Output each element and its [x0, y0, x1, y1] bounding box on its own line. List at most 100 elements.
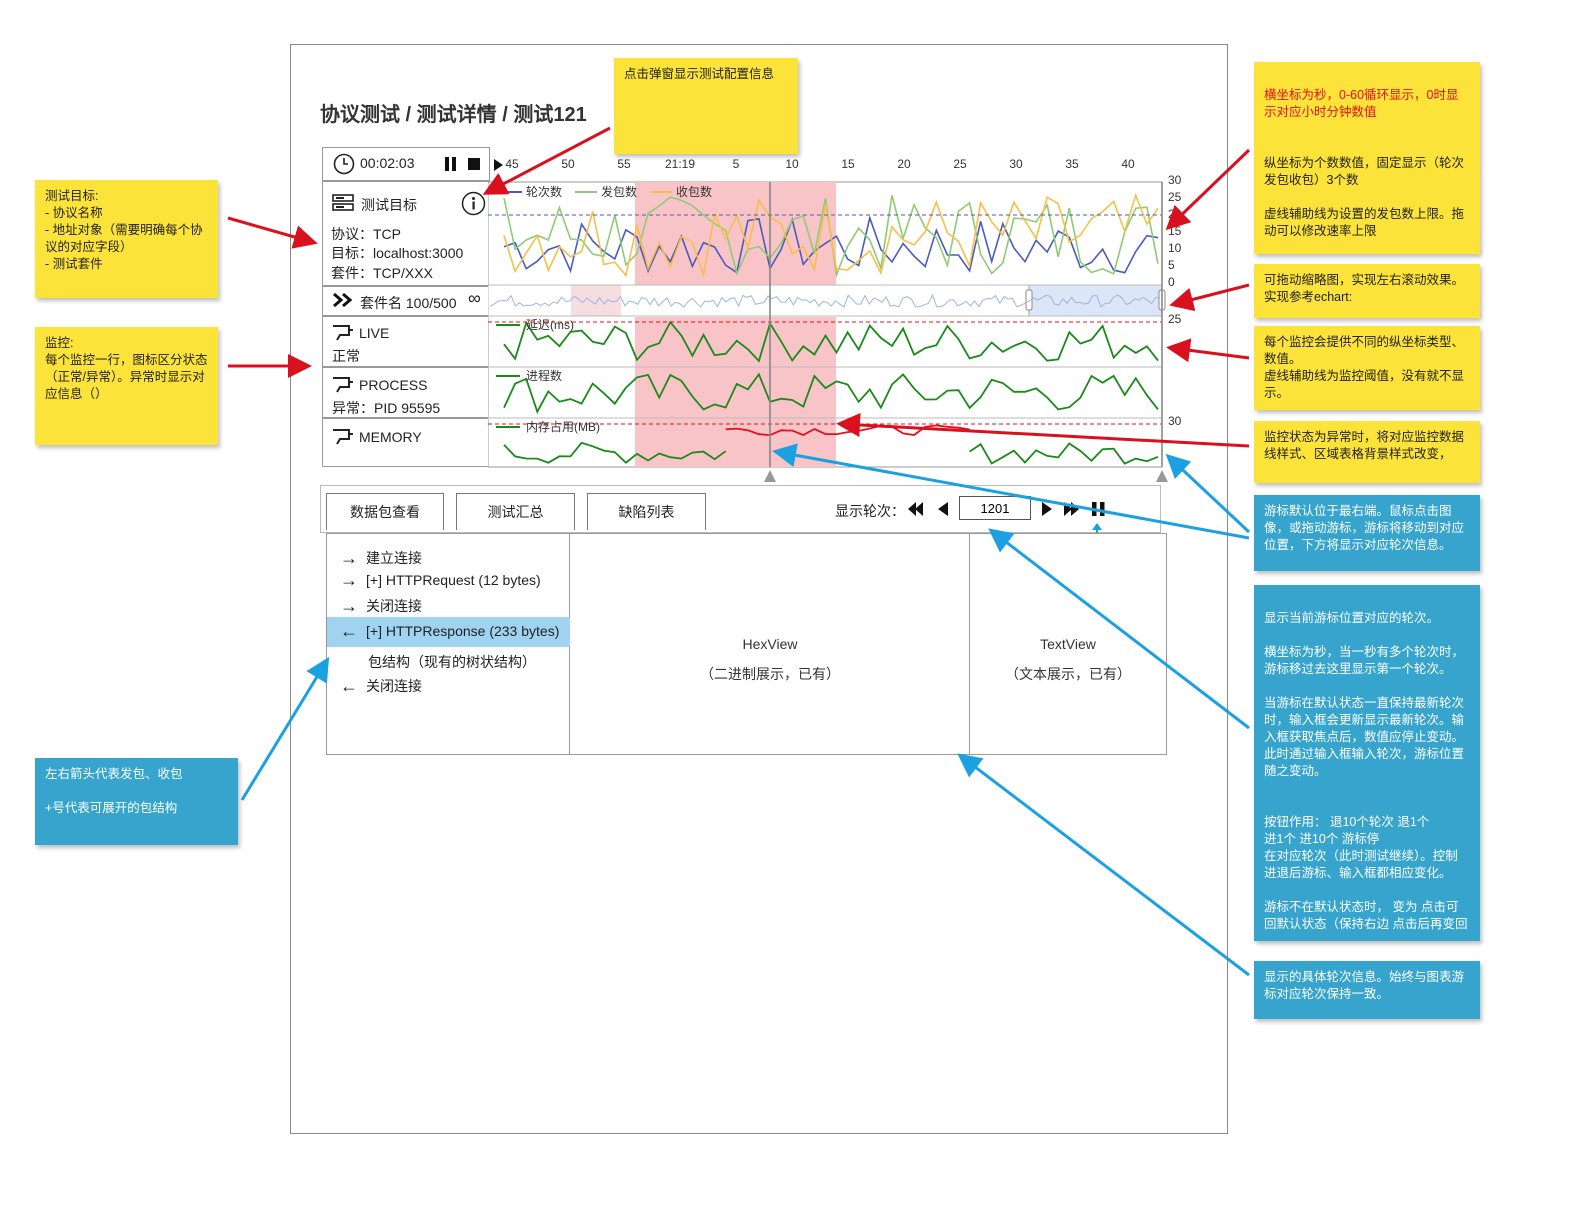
suite-progress: 套件名 100/500: [360, 295, 457, 311]
double-chevron-icon[interactable]: [332, 292, 354, 308]
receive-arrow-icon: ←: [340, 676, 358, 696]
textview-title: TextView: [1040, 636, 1096, 652]
note-detail: 显示的具体轮次信息。始终与图表游标对应轮次保持一致。: [1254, 961, 1480, 1019]
target-address: 目标：localhost:3000: [331, 245, 464, 261]
monitor-icon: [333, 429, 353, 445]
send-arrow-icon: →: [340, 570, 358, 590]
y-tick-label: 20: [1168, 207, 1182, 221]
packet-item-selected[interactable]: ← [+] HTTPResponse (233 bytes): [340, 621, 560, 641]
default-cursor-handle: [1156, 470, 1168, 482]
monitor-legend-label: 进程数: [526, 368, 562, 383]
y-tick-label: 15: [1168, 224, 1182, 238]
monitor-process-name: PROCESS: [359, 377, 428, 393]
note-config: 点击弹窗显示测试配置信息: [614, 58, 798, 154]
note-round-info-text: 显示当前游标位置对应的轮次。 横坐标为秒，当一秒有多个轮次时，游标移过去这里显示…: [1264, 611, 1465, 778]
legend-label: 轮次数: [526, 184, 562, 199]
forward-1-icon[interactable]: [1042, 502, 1052, 516]
tab-defects[interactable]: 缺陷列表: [587, 493, 706, 530]
receive-arrow-icon: ←: [340, 621, 358, 641]
loop-icon: ∞: [468, 288, 481, 308]
thumbnail-window: [1028, 284, 1163, 317]
packet-label: [+] HTTPRequest (12 bytes): [366, 572, 541, 588]
note-cursor: 游标默认位于最右端。鼠标点击图像，或拖动游标，游标将移动到对应位置，下方将显示对…: [1254, 495, 1480, 571]
time-tick-label: 35: [1065, 157, 1079, 171]
target-title: 测试目标: [361, 197, 417, 213]
y-tick-label: 5: [1168, 258, 1175, 272]
hexview-title: HexView: [742, 636, 798, 652]
packet-label: 关闭连接: [366, 598, 422, 614]
clock-icon: [333, 153, 355, 175]
time-tick-label: 50: [561, 157, 575, 171]
time-tick-label: 25: [953, 157, 967, 171]
legend-label: 收包数: [676, 184, 712, 199]
thumbnail-band: [571, 285, 621, 316]
packet-label: 包结构（现有的树状结构）: [368, 654, 536, 670]
tab-summary[interactable]: 测试汇总: [456, 493, 575, 530]
packet-item[interactable]: → [+] HTTPRequest (12 bytes): [340, 570, 541, 590]
back-10-icon[interactable]: [908, 502, 923, 516]
info-icon[interactable]: [461, 191, 486, 216]
pause-icon[interactable]: [444, 157, 458, 171]
monitor-icon: [333, 377, 353, 393]
note-axis-rest: 纵坐标为个数数值，固定显示（轮次发包收包）3个数 虚线辅助线为设置的发包数上限。…: [1264, 156, 1465, 238]
packet-structure-item[interactable]: 包结构（现有的树状结构）: [368, 652, 536, 672]
time-tick-label: 45: [505, 157, 519, 171]
legend-label: 发包数: [601, 184, 637, 199]
note-axis-red: 横坐标为秒，0-60循环显示，0时显示对应小时分钟数值: [1264, 88, 1459, 119]
forward-10-icon[interactable]: [1064, 502, 1079, 516]
monitor-legend-label: 延迟(ms): [526, 318, 574, 332]
time-tick-label: 21:19: [665, 157, 695, 171]
note-buttons-text: 按钮作用： 退10个轮次 退1个 进1个 进10个 游标停 在对应轮次（此时测试…: [1264, 815, 1468, 931]
timer-value: 00:02:03: [360, 155, 415, 171]
time-tick-label: 10: [785, 157, 799, 171]
note-ytypes: 每个监控会提供不同的纵坐标类型、数值。 虚线辅助线为监控阈值，没有就不显示。: [1254, 326, 1480, 410]
cursor-handle: [764, 470, 776, 482]
packet-label: [+] HTTPResponse (233 bytes): [366, 623, 560, 639]
round-back-controls: [908, 502, 948, 516]
stop-icon[interactable]: [467, 157, 481, 171]
round-input[interactable]: [959, 496, 1031, 520]
cursor-pause-icon[interactable]: [1092, 502, 1105, 516]
monitor-memory-name: MEMORY: [359, 429, 422, 445]
note-monitor: 监控: 每个监控一行，图标区分状态（正常/异常）。异常时显示对应信息（）: [35, 327, 218, 445]
y-tick-label: 0: [1168, 275, 1175, 289]
monitor-chart[interactable]: 轮次数 发包数 收包数 30 25 20 15 10 5 0 延迟(ms) 25 进程数内存占用(MB)…: [488, 172, 1193, 487]
monitor-icon: [333, 325, 353, 341]
textview-desc: （文本展示，已有）: [1005, 666, 1131, 682]
round-label: 显示轮次：: [835, 503, 905, 519]
monitor-legend-label: 内存占用(MB): [526, 419, 600, 434]
time-tick-label: 55: [617, 157, 631, 171]
monitor-live-status: 正常: [332, 348, 360, 364]
tab-bar: [320, 485, 1161, 533]
back-1-icon[interactable]: [938, 502, 948, 516]
time-tick-label: 5: [733, 157, 740, 171]
packet-item[interactable]: ← 关闭连接: [340, 676, 422, 696]
target-suite: 套件：TCP/XXX: [331, 265, 433, 281]
packet-item[interactable]: → 关闭连接: [340, 596, 422, 616]
play-icon: [494, 159, 503, 171]
note-thumbnail: 可拖动缩略图，实现左右滚动效果。实现参考echart:: [1254, 264, 1480, 318]
note-round-info: 显示当前游标位置对应的轮次。 横坐标为秒，当一秒有多个轮次时，游标移过去这里显示…: [1254, 585, 1480, 941]
target-protocol: 协议：TCP: [331, 226, 401, 242]
monitor-y-top: 30: [1168, 414, 1182, 428]
note-axis: 横坐标为秒，0-60循环显示，0时显示对应小时分钟数值 纵坐标为个数数值，固定显…: [1254, 62, 1480, 254]
monitor-process-status: 异常：PID 95595: [332, 400, 441, 416]
y-tick-label: 30: [1168, 173, 1182, 187]
note-abnormal: 监控状态为异常时，将对应监控数据线样式、区域表格背景样式改变，: [1254, 421, 1480, 483]
monitor-live-name: LIVE: [359, 325, 390, 341]
time-tick-label: 40: [1121, 157, 1135, 171]
note-arrows: 左右箭头代表发包、收包 +号代表可展开的包结构: [35, 758, 238, 845]
packet-label: 关闭连接: [366, 678, 422, 694]
send-arrow-icon: →: [340, 548, 358, 568]
packet-label: 建立连接: [366, 550, 422, 566]
time-tick-label: 30: [1009, 157, 1023, 171]
time-tick-label: 15: [841, 157, 855, 171]
tab-packets[interactable]: 数据包查看: [326, 493, 444, 530]
monitor-y-top: 25: [1168, 312, 1182, 326]
y-tick-label: 25: [1168, 190, 1182, 204]
send-arrow-icon: →: [340, 596, 358, 616]
packet-item[interactable]: → 建立连接: [340, 548, 422, 568]
round-forward-controls: [1042, 502, 1105, 516]
server-icon: [332, 194, 354, 211]
hexview-desc: （二进制展示，已有）: [700, 666, 840, 682]
